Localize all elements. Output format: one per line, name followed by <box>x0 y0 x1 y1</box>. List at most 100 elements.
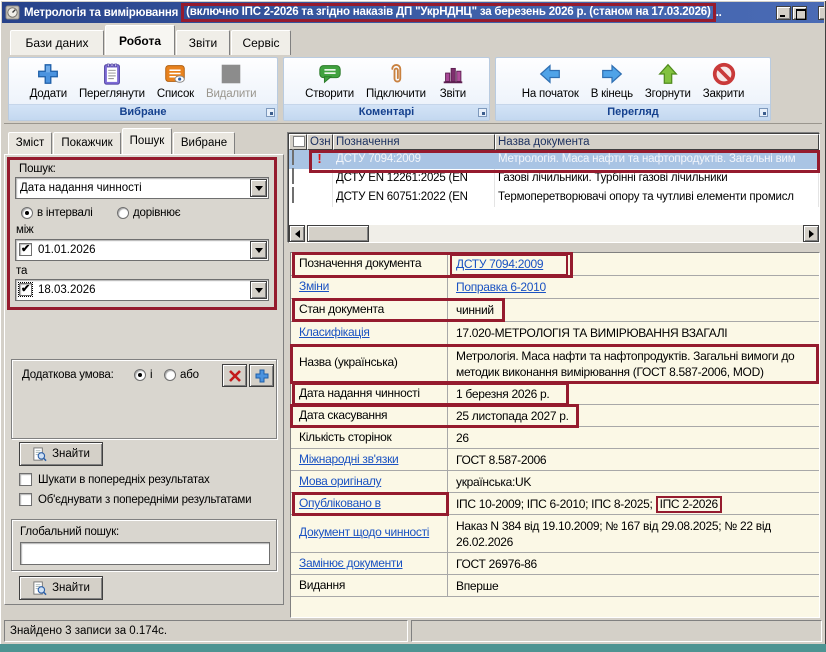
close-button[interactable] <box>818 6 824 20</box>
title-bar: Метрологія та вимірювання (включно ІПС 2… <box>2 2 824 23</box>
button-label: Створити <box>305 88 354 100</box>
menu-tab-databases[interactable]: Бази даних <box>10 30 104 55</box>
add-condition-button[interactable] <box>249 364 274 387</box>
select-all-box[interactable] <box>293 136 305 147</box>
detail-value-link[interactable]: Поправка 6-2010 <box>456 280 546 294</box>
date-from-checkbox[interactable] <box>19 243 32 256</box>
group-caption-label: Вибране <box>119 106 166 118</box>
detail-value: 17.020-МЕТРОЛОГІЯ ТА ВИМІРЮВАННЯ ВЗАГАЛІ <box>448 322 819 344</box>
sidebar-tab-index[interactable]: Покажчик <box>53 132 121 154</box>
row-checkbox[interactable] <box>292 187 294 203</box>
comment-icon <box>315 60 345 88</box>
panel-splitter[interactable] <box>288 244 822 251</box>
collapse-button[interactable]: Згорнути <box>640 59 696 100</box>
detail-label-link[interactable]: Замінює документи <box>299 556 403 570</box>
date-to-checkbox[interactable] <box>19 283 32 296</box>
date-to-combobox[interactable]: 18.03.2026 <box>15 279 269 301</box>
row-checkbox[interactable] <box>292 149 294 165</box>
maximize-button[interactable] <box>792 6 807 20</box>
menu-tab-work[interactable]: Робота <box>105 25 175 55</box>
list-button[interactable]: Список <box>152 59 199 100</box>
detail-value: Наказ N 384 від 19.10.2009; № 167 від 29… <box>448 515 819 552</box>
chevron-down-icon[interactable] <box>250 179 267 197</box>
result-row-1[interactable]: ! ДСТУ 7094:2009 Метрологія. Маса нафти … <box>289 150 819 169</box>
attach-comment-button[interactable]: Підключити <box>361 59 431 100</box>
sidebar-tab-favorites[interactable]: Вибране <box>173 132 235 154</box>
detail-label-link[interactable]: Документ щодо чинності <box>299 525 429 539</box>
find-button[interactable]: Знайти <box>19 442 103 466</box>
button-label: Підключити <box>366 88 426 100</box>
remove-condition-button[interactable] <box>222 364 247 387</box>
scroll-left-button[interactable] <box>289 225 305 242</box>
reports-button[interactable]: Звіти <box>433 59 473 100</box>
menu-tab-service[interactable]: Сервіс <box>231 30 291 55</box>
details-table: Позначення документаДСТУ 7094:2009 Зміни… <box>290 252 820 618</box>
go-first-button[interactable]: На початок <box>517 59 584 100</box>
go-last-button[interactable]: В кінець <box>586 59 638 100</box>
delete-button[interactable]: Видалити <box>201 59 261 100</box>
chevron-down-icon[interactable] <box>250 281 267 299</box>
ban-icon <box>709 60 739 88</box>
result-row-3[interactable]: ДСТУ EN 60751:2022 (EN Термоперетворювач… <box>289 188 819 207</box>
global-search-input[interactable] <box>21 543 269 564</box>
notepad-icon <box>97 60 127 88</box>
radio-interval[interactable] <box>21 207 33 219</box>
button-label: Переглянути <box>79 88 145 100</box>
status-bar: Знайдено 3 записи за 0.174с. <box>4 620 822 642</box>
chevron-down-icon[interactable] <box>250 241 267 259</box>
status-text: Знайдено 3 записи за 0.174с. <box>10 625 167 637</box>
date-from-combobox[interactable]: 01.01.2026 <box>15 239 269 261</box>
result-row-2[interactable]: ДСТУ EN 12261:2025 (EN Газові лічильники… <box>289 169 819 188</box>
merge-previous-label: Об'єднувати з попередніми результатами <box>38 494 251 506</box>
detail-label: Стан документа <box>291 299 448 321</box>
group-caption-label: Коментарі <box>359 106 414 118</box>
search-previous-label: Шукати в попередніх результатах <box>38 474 210 486</box>
radio-or[interactable] <box>164 369 176 381</box>
red-x-icon <box>228 369 242 383</box>
minimize-button[interactable] <box>776 6 791 20</box>
detail-label-link[interactable]: Класифікація <box>299 325 370 339</box>
detail-label-link[interactable]: Мова оригіналу <box>299 474 381 488</box>
list-icon <box>160 60 190 88</box>
column-header-mark[interactable]: Озн <box>307 134 333 150</box>
menu-tab-strip: Бази даних Робота Звіти Сервіс <box>4 25 822 55</box>
radio-and[interactable] <box>134 369 146 381</box>
radio-equals[interactable] <box>117 207 129 219</box>
ribbon-group-caption: Вибране <box>9 104 277 120</box>
detail-label-link[interactable]: Міжнародні зв'язки <box>299 452 398 466</box>
detail-value-link[interactable]: ДСТУ 7094:2009 <box>456 257 543 271</box>
search-panel: Пошук: Дата надання чинності в інтервалі… <box>4 154 284 605</box>
menu-tab-label: Бази даних <box>26 36 89 50</box>
search-criteria-combobox[interactable]: Дата надання чинності <box>15 177 269 199</box>
sidebar-tab-contents[interactable]: Зміст <box>8 132 52 154</box>
dialog-launcher-icon[interactable] <box>478 108 487 117</box>
select-all-header[interactable] <box>289 134 307 150</box>
delete-icon <box>216 60 246 88</box>
menu-tab-reports[interactable]: Звіти <box>176 30 230 55</box>
row-checkbox[interactable] <box>292 168 294 184</box>
column-header-title[interactable]: Назва документа <box>495 134 819 150</box>
close-view-button[interactable]: Закрити <box>698 59 749 100</box>
detail-value: чинний <box>448 299 819 321</box>
dialog-launcher-icon[interactable] <box>759 108 768 117</box>
scrollbar-thumb[interactable] <box>307 225 369 242</box>
find-icon <box>32 447 47 462</box>
scroll-right-button[interactable] <box>803 225 819 242</box>
detail-label-link[interactable]: Зміни <box>299 279 329 293</box>
arrow-right-icon <box>597 60 627 88</box>
arrow-up-icon <box>653 60 683 88</box>
detail-value: 26 <box>448 427 819 448</box>
view-button[interactable]: Переглянути <box>74 59 150 100</box>
add-button[interactable]: Додати <box>25 59 72 100</box>
merge-previous-checkbox[interactable] <box>19 493 32 506</box>
create-comment-button[interactable]: Створити <box>300 59 359 100</box>
column-header-designation[interactable]: Позначення <box>333 134 495 150</box>
window-title-prefix: Метрологія та вимірювання <box>24 7 178 19</box>
global-find-button[interactable]: Знайти <box>19 576 103 600</box>
detail-label-link[interactable]: Опубліковано в <box>299 496 381 510</box>
horizontal-scrollbar[interactable] <box>289 225 819 242</box>
sidebar-tab-search[interactable]: Пошук <box>122 128 172 154</box>
search-previous-checkbox[interactable] <box>19 473 32 486</box>
dialog-launcher-icon[interactable] <box>266 108 275 117</box>
detail-label: Кількість сторінок <box>291 427 448 448</box>
